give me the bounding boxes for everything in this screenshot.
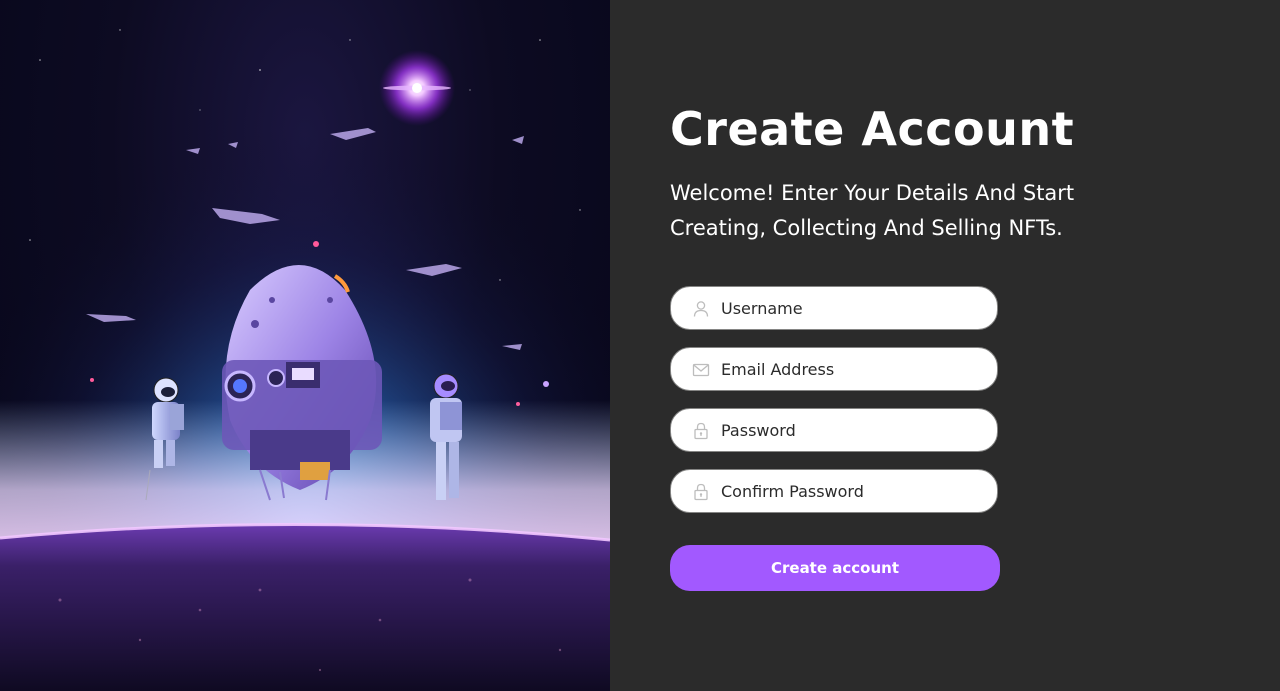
space-illustration [0,0,610,691]
email-input[interactable] [721,348,981,390]
signup-panel: Create Account Welcome! Enter Your Detai… [610,0,1280,691]
envelope-icon [692,363,710,377]
lock-icon [694,483,708,501]
hero-illustration [0,0,610,691]
create-account-page: Create Account Welcome! Enter Your Detai… [0,0,1280,691]
create-account-button[interactable]: Create account [670,545,1000,591]
page-subtitle: Welcome! Enter Your Details And Start Cr… [670,181,1075,240]
confirm-password-input[interactable] [721,470,981,512]
password-input[interactable] [721,409,981,451]
password-field[interactable] [670,408,998,452]
email-field[interactable] [670,347,998,391]
username-field[interactable] [670,286,998,330]
user-icon [693,301,709,317]
username-input[interactable] [721,287,981,329]
confirm-password-field[interactable] [670,469,998,513]
page-title: Create Account [670,102,1075,156]
lock-icon [694,422,708,440]
